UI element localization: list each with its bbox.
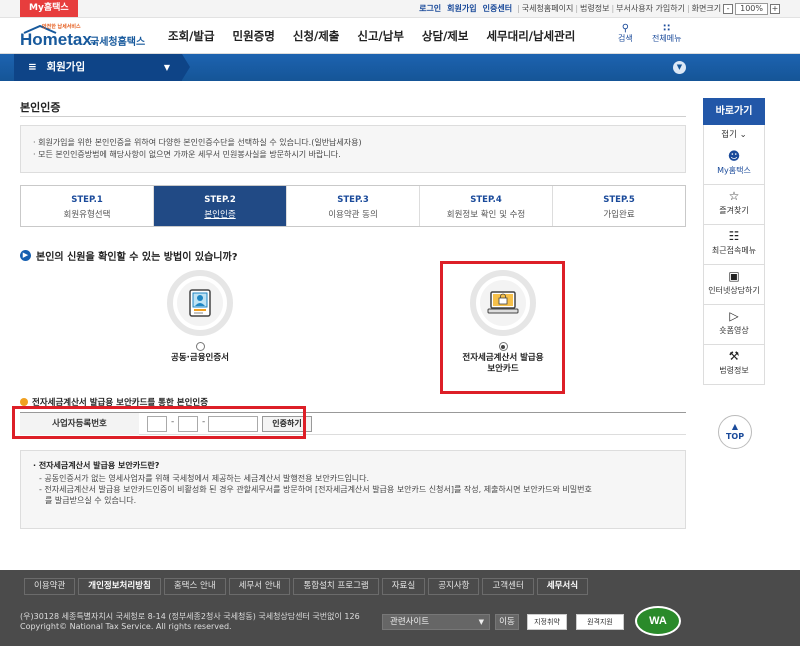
sidebar-item-favorites[interactable]: ☆ 즐겨찾기 bbox=[703, 185, 765, 225]
signup-steps: STEP.1 회원유형선택 STEP.2 본인인증 STEP.3 이용약관 동의 ST… bbox=[20, 185, 686, 227]
main-nav: 조회/발급 민원증명 신청/제출 신고/납부 상담/제보 세무대리/납세관리 bbox=[168, 18, 593, 54]
sidebar-item-recent[interactable]: ☷ 최근접속메뉴 bbox=[703, 225, 765, 265]
utility-bar: My홈택스 로그인 회원가입 인증센터 | 국세청홈페이지 | 법령정보 | 부… bbox=[0, 0, 800, 18]
footer-guide-link[interactable]: 홈택스 안내 bbox=[163, 578, 226, 595]
footer-address: (우)30128 세종특별자치시 국세청로 8-14 (정부세종2청사 국세청동… bbox=[20, 612, 360, 631]
sidebar-item-law[interactable]: ⚒ 법령정보 bbox=[703, 345, 765, 385]
zoom-value: 100% bbox=[735, 2, 768, 15]
related-sites-select[interactable]: 관련사이트 ▼ bbox=[382, 614, 490, 630]
laptop-chat-icon: ▣ bbox=[728, 269, 740, 283]
go-button[interactable]: 이동 bbox=[495, 614, 519, 630]
dropdown-caret-icon: ▼ bbox=[478, 618, 484, 626]
notice-box: · 회원가입을 위한 본인인증을 위하여 다양한 본인인증수단을 선택하실 수 … bbox=[20, 125, 686, 173]
step-4: STEP.4 회원정보 확인 및 수정 bbox=[420, 186, 553, 226]
question-bullet-icon: ▶ bbox=[20, 250, 31, 261]
zoom-out-button[interactable]: - bbox=[723, 3, 734, 14]
scroll-top-button[interactable]: ▲ TOP bbox=[718, 415, 752, 449]
footer-notice-link[interactable]: 공지사항 bbox=[428, 578, 480, 595]
security-badge[interactable]: 지정취약 bbox=[527, 614, 567, 630]
zoom-label: 화면크기 bbox=[691, 4, 722, 13]
certificate-icon bbox=[189, 289, 211, 317]
nts-home-link[interactable]: 국세청홈페이지 bbox=[522, 3, 574, 14]
cert-center-link[interactable]: 인증센터 bbox=[483, 3, 512, 14]
section-bar: ≡ 회원가입 ▼ ▼ bbox=[0, 54, 800, 81]
auth-question: ▶ 본인의 신원을 확인할 수 있는 방법이 있습니까? bbox=[20, 248, 238, 263]
quick-links-sidebar: 바로가기 접기 ⌄ ☻ My홈택스 ☆ 즐겨찾기 ☷ 최근접속메뉴 ▣ 인터넷상담하기 … bbox=[703, 98, 765, 385]
footer-tax-forms-link[interactable]: 세무서식 bbox=[536, 578, 589, 595]
footer-office-link[interactable]: 세무서 안내 bbox=[228, 578, 291, 595]
chevron-down-icon: ⌄ bbox=[739, 130, 747, 140]
section-menu-dropdown[interactable]: ≡ 회원가입 ▼ bbox=[14, 54, 182, 81]
step-5: STEP.5 가입완료 bbox=[603, 195, 635, 220]
footer-archive-link[interactable]: 자료실 bbox=[381, 578, 426, 595]
sidebar-item-online-consult[interactable]: ▣ 인터넷상담하기 bbox=[703, 265, 765, 305]
joint-cert-radio[interactable] bbox=[195, 342, 205, 351]
option-joint-cert[interactable]: 공동·금융인증서 bbox=[140, 270, 260, 364]
sidebar-fold-button[interactable]: 접기 ⌄ bbox=[703, 125, 765, 145]
notice-line: · 회원가입을 위한 본인인증을 위하여 다양한 본인인증수단을 선택하실 수 … bbox=[33, 138, 362, 147]
info-heading: · 전자세금계산서 발급용 보안카드란? bbox=[33, 461, 160, 470]
site-footer: 이용약관 개인정보처리방침 홈택스 안내 세무서 안내 통합설치 프로그램 자료… bbox=[0, 570, 800, 646]
footer-install-link[interactable]: 통합설치 프로그램 bbox=[293, 578, 379, 595]
dropdown-caret-icon: ▼ bbox=[163, 63, 170, 72]
grid-icon: ∷ bbox=[663, 23, 671, 34]
gavel-icon: ⚒ bbox=[728, 349, 740, 363]
nav-report-pay[interactable]: 신고/납부 bbox=[357, 28, 404, 44]
my-hometax-tag[interactable]: My홈택스 bbox=[20, 0, 78, 17]
nav-consult-report[interactable]: 상담/제보 bbox=[422, 28, 469, 44]
utility-links: 로그인 회원가입 인증센터 | 국세청홈페이지 | 법령정보 | 부서사용자 가… bbox=[419, 2, 780, 15]
site-header: 안전한 납세서비스 Hometax. 국세청홈택스 조회/발급 민원증명 신청/… bbox=[0, 18, 800, 54]
step-3: STEP.3 이용약관 동의 bbox=[287, 186, 420, 226]
sidebar-item-shortform[interactable]: ▷ 숏폼영상 bbox=[703, 305, 765, 345]
step-2-active: STEP.2 본인인증 bbox=[154, 186, 287, 226]
web-accessibility-badge: WA bbox=[635, 606, 681, 636]
footer-nav: 이용약관 개인정보처리방침 홈택스 안내 세무서 안내 통합설치 프로그램 자료… bbox=[24, 578, 591, 595]
law-info-link[interactable]: 법령정보 bbox=[580, 3, 609, 14]
collapse-icon[interactable]: ▼ bbox=[673, 61, 686, 74]
nav-inquiry-issue[interactable]: 조회/발급 bbox=[168, 28, 215, 44]
highlight-box-form bbox=[12, 406, 306, 439]
hometax-logo[interactable]: 안전한 납세서비스 Hometax. 국세청홈택스 bbox=[20, 23, 148, 51]
notice-line: · 모든 본인인증방법에 해당사항이 없으면 가까운 세무서 민원봉사실을 방문… bbox=[33, 150, 341, 159]
star-icon: ☆ bbox=[728, 189, 740, 203]
footer-privacy-link[interactable]: 개인정보처리방침 bbox=[78, 578, 161, 595]
info-line: - 전자세금계산서 발급용 보안카드인증이 비활성화 된 경우 관할세무서를 방… bbox=[39, 485, 592, 494]
step-1: STEP.1 회원유형선택 bbox=[21, 186, 154, 226]
sidebar-item-my-hometax[interactable]: ☻ My홈택스 bbox=[703, 145, 765, 185]
nav-civil-cert[interactable]: 민원증명 bbox=[233, 28, 275, 44]
all-menu-button[interactable]: ∷ 전체메뉴 bbox=[652, 24, 681, 44]
dept-user-signup-link[interactable]: 부서사용자 가입하기 bbox=[616, 3, 685, 14]
joint-cert-ring bbox=[167, 270, 233, 336]
zoom-in-button[interactable]: + bbox=[770, 3, 780, 14]
breadcrumb-arrow bbox=[182, 54, 190, 80]
play-icon: ▷ bbox=[729, 309, 739, 323]
info-line: - 공동인증서가 없는 영세사업자를 위해 국세청에서 제공하는 세금계산서 발… bbox=[39, 474, 370, 483]
info-line: 를 발급받으실 수 있습니다. bbox=[45, 496, 137, 505]
info-box: · 전자세금계산서 발급용 보안카드란? - 공동인증서가 없는 영세사업자를 … bbox=[20, 450, 686, 529]
footer-terms-link[interactable]: 이용약관 bbox=[24, 578, 76, 595]
search-icon: ⚲ bbox=[621, 23, 630, 34]
highlight-box-option bbox=[440, 261, 565, 394]
person-icon: ☻ bbox=[727, 149, 741, 163]
search-button[interactable]: ⚲ 검색 bbox=[618, 24, 633, 44]
remote-support-badge[interactable]: 원격지원 bbox=[576, 614, 624, 630]
nav-tax-agent[interactable]: 세무대리/납세관리 bbox=[486, 28, 575, 44]
signup-link[interactable]: 회원가입 bbox=[447, 3, 476, 14]
page-title: 본인인증 bbox=[20, 101, 61, 114]
title-divider bbox=[20, 116, 686, 117]
section-menu-label: 회원가입 bbox=[46, 61, 86, 73]
footer-support-link[interactable]: 고객센터 bbox=[482, 578, 534, 595]
sidebar-header: 바로가기 bbox=[703, 98, 765, 125]
arrow-up-icon: ▲ bbox=[731, 422, 739, 431]
nav-apply-submit[interactable]: 신청/제출 bbox=[293, 28, 340, 44]
hamburger-icon: ≡ bbox=[28, 61, 37, 73]
section-bullet-icon bbox=[20, 398, 28, 406]
recent-icon: ☷ bbox=[728, 229, 740, 243]
joint-cert-label: 공동·금융인증서 bbox=[171, 353, 229, 363]
login-link[interactable]: 로그인 bbox=[419, 3, 441, 14]
